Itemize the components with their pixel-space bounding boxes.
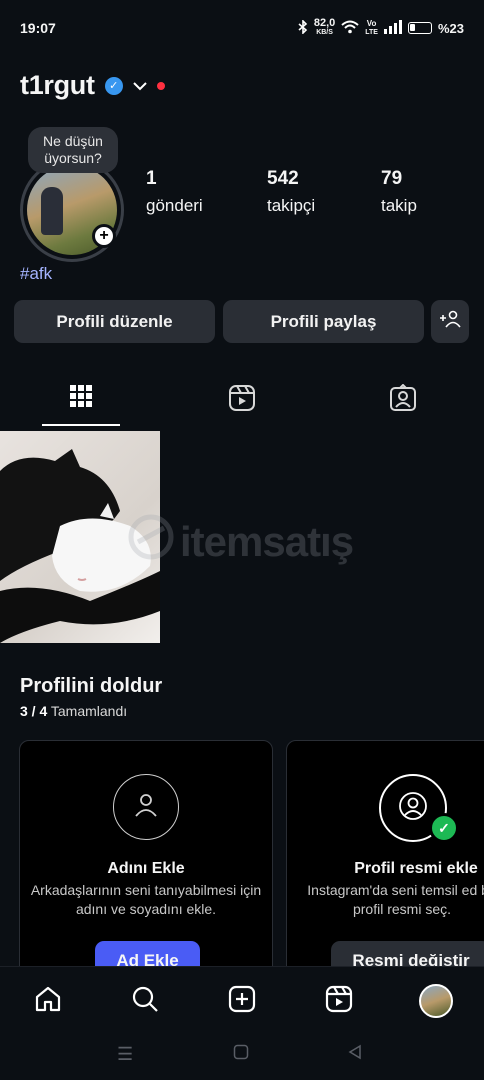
profile-picture-icon [398, 791, 428, 826]
status-icons: 82,0 KB/S Vo LTE %23 [298, 17, 464, 37]
status-time: 19:07 [20, 20, 56, 36]
stat-followers[interactable]: 542 takipçi [267, 168, 315, 216]
stat-following-value: 79 [381, 168, 403, 189]
card-description: Instagram'da seni temsil ed bir profil r… [287, 881, 484, 919]
nav-home[interactable] [28, 981, 68, 1021]
speed-value: 82,0 [313, 17, 336, 29]
stat-followers-label: takipçi [267, 196, 316, 215]
stat-followers-value: 542 [267, 168, 299, 189]
menu-icon[interactable]: ☰ [117, 1044, 133, 1065]
add-name-card: Adını Ekle Arkadaşlarının seni tanıyabil… [19, 740, 273, 981]
verified-badge-icon: ✓ [104, 76, 123, 95]
system-nav-bar: ☰ [0, 1032, 484, 1080]
profile-header: t1rgut ✓ [20, 70, 165, 101]
note-bubble[interactable]: Ne düşün üyorsun? [28, 127, 118, 173]
bio-hashtag[interactable]: #afk [20, 264, 52, 284]
progress-label: Tamamlandı [50, 703, 128, 719]
grid-icon [69, 384, 93, 413]
reels-icon [228, 384, 256, 417]
stat-posts[interactable]: 1 gönderi [146, 168, 203, 216]
card-description: Arkadaşlarının seni tanıyabilmesi için a… [30, 882, 262, 917]
fill-profile-progress: 3 / 4 Tamamlandı [20, 703, 127, 719]
tab-reels[interactable] [202, 380, 282, 428]
stat-posts-label: gönderi [146, 196, 203, 215]
nav-search[interactable] [125, 981, 165, 1021]
stat-posts-value: 1 [146, 168, 157, 189]
create-icon [228, 985, 256, 1018]
fill-profile-title: Profilini doldur [20, 675, 163, 697]
volte-bottom: LTE [365, 29, 378, 36]
add-story-plus-icon[interactable]: + [92, 224, 116, 248]
person-icon [131, 790, 161, 825]
edit-profile-button[interactable]: Profili düzenle [14, 300, 215, 343]
card-icon-ring [113, 774, 179, 840]
back-icon[interactable] [347, 1044, 363, 1065]
checkmark-icon: ✓ [429, 813, 459, 843]
signal-icon [383, 19, 402, 37]
card-title: Adını Ekle [107, 860, 185, 877]
stat-following-label: takip [381, 196, 417, 215]
note-text: Ne düşün üyorsun? [43, 133, 103, 166]
reels-icon [325, 985, 353, 1018]
watermark-text: itemsatış [180, 518, 354, 565]
tab-grid[interactable] [41, 380, 121, 428]
wifi-icon [341, 20, 359, 37]
battery-icon [407, 22, 432, 34]
status-bar: 19:07 82,0 KB/S Vo LTE %23 [0, 0, 484, 56]
active-tab-indicator [42, 424, 120, 426]
profile-tabs [0, 380, 484, 428]
battery-percent: %23 [437, 20, 464, 36]
network-speed: 82,0 KB/S [313, 17, 336, 37]
username[interactable]: t1rgut [20, 70, 95, 101]
search-icon [131, 985, 159, 1018]
profile-avatar [419, 984, 453, 1018]
home-icon [34, 985, 62, 1018]
add-person-icon [439, 310, 461, 333]
speed-unit: KB/S [316, 29, 333, 36]
bottom-nav [0, 966, 484, 1032]
nav-profile[interactable] [416, 981, 456, 1021]
volte-indicator: Vo LTE [365, 19, 378, 37]
tab-tagged[interactable] [363, 380, 443, 428]
card-title: Profil resmi ekle [354, 860, 478, 877]
tagged-icon [389, 383, 417, 417]
discover-people-button[interactable] [431, 300, 469, 343]
stat-following[interactable]: 79 takip [381, 168, 417, 216]
bluetooth-icon [298, 18, 308, 37]
progress-count: 3 / 4 [20, 703, 48, 719]
volte-top: Vo [366, 19, 377, 28]
home-square-icon[interactable] [233, 1044, 249, 1065]
share-profile-button[interactable]: Profili paylaş [223, 300, 424, 343]
chevron-down-icon[interactable] [132, 78, 147, 94]
card-description-text: Instagram'da seni temsil ed bir profil r… [307, 882, 484, 917]
watermark-logo-icon [128, 514, 174, 560]
profile-picture-card: ✓ Profil resmi ekle Instagram'da seni te… [286, 740, 484, 981]
watermark: itemsatış [126, 512, 386, 572]
nav-reels[interactable] [319, 981, 359, 1021]
nav-create[interactable] [222, 981, 262, 1021]
notification-dot [156, 81, 165, 90]
